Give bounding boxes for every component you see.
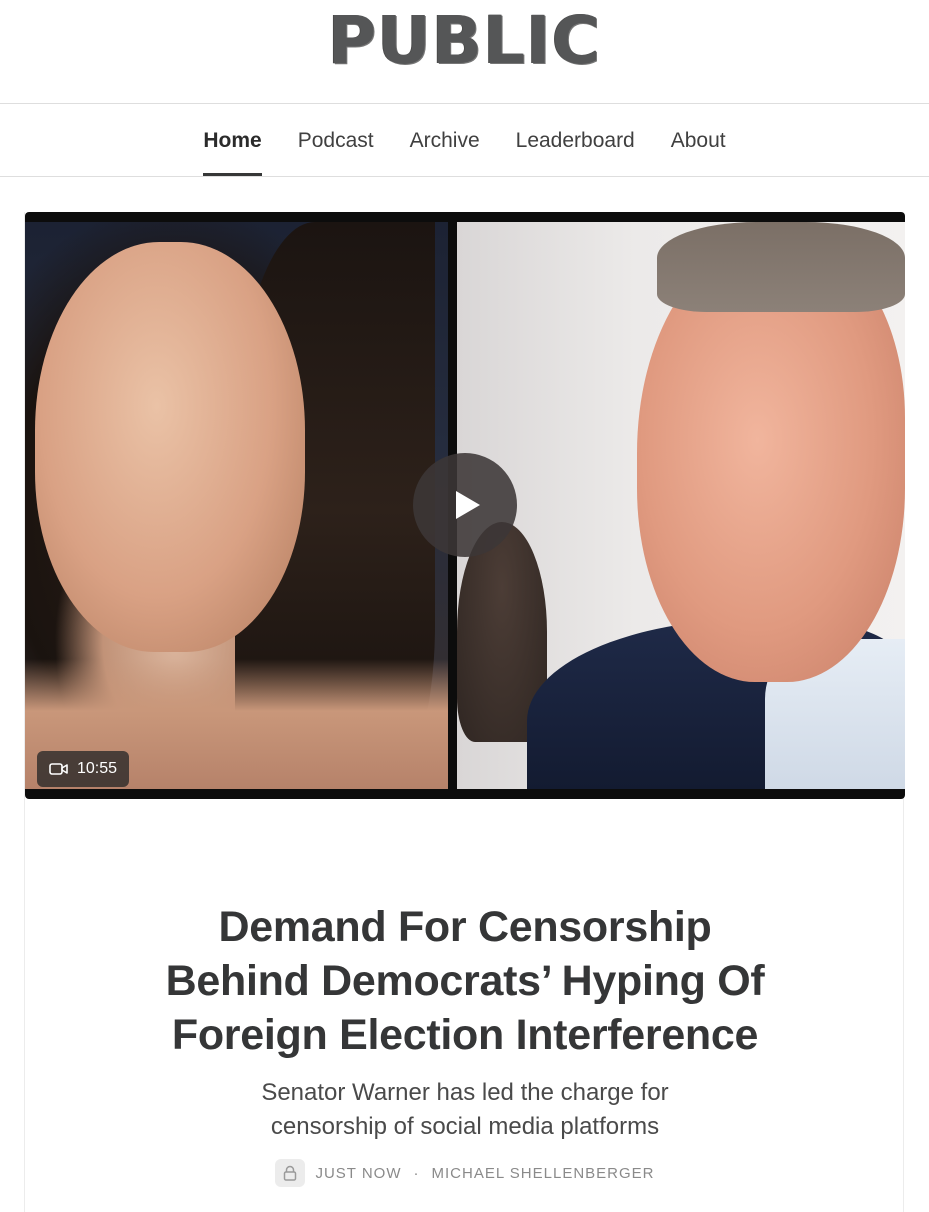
play-icon <box>456 491 480 519</box>
article-meta: JUST NOW · MICHAEL SHELLENBERGER <box>25 1159 905 1187</box>
nav-item-about[interactable]: About <box>671 104 726 176</box>
article-title[interactable]: Demand For Censorship Behind Democrats’ … <box>25 900 905 1062</box>
post-date: JUST NOW <box>315 1164 402 1182</box>
article-subtitle: Senator Warner has led the charge for ce… <box>25 1076 905 1144</box>
thumbnail-face-left <box>35 242 305 652</box>
article-subtitle-line-2: censorship of social media platforms <box>270 1113 660 1140</box>
post-card: 10:55 Demand For Censorship Behind Democ… <box>24 212 905 1212</box>
video-duration-badge: 10:55 <box>37 751 130 787</box>
nav-item-archive[interactable]: Archive <box>410 104 480 176</box>
article-title-line-1: Demand For Censorship <box>218 903 712 951</box>
lock-icon <box>275 1159 306 1187</box>
article-subtitle-line-1: Senator Warner has led the charge for <box>261 1079 669 1106</box>
play-button[interactable] <box>413 453 517 557</box>
article-title-line-2: Behind Democrats’ Hyping Of <box>165 957 765 1005</box>
main-nav: Home Podcast Archive Leaderboard About <box>0 104 929 177</box>
site-logo[interactable]: PUBLIC <box>328 7 601 74</box>
meta-separator: · <box>413 1164 420 1182</box>
article-title-line-3: Foreign Election Interference <box>171 1011 759 1059</box>
video-thumbnail-left <box>25 222 448 789</box>
author-name[interactable]: MICHAEL SHELLENBERGER <box>432 1165 655 1182</box>
video-thumbnail-right <box>457 222 905 789</box>
video-player[interactable]: 10:55 <box>25 212 905 799</box>
thumbnail-hair-right <box>657 222 905 312</box>
masthead: PUBLIC <box>0 0 929 104</box>
video-duration-text: 10:55 <box>77 760 118 777</box>
nav-item-leaderboard[interactable]: Leaderboard <box>516 104 635 176</box>
nav-item-home[interactable]: Home <box>203 104 263 176</box>
video-camera-icon <box>49 762 69 776</box>
nav-item-podcast[interactable]: Podcast <box>298 104 374 176</box>
